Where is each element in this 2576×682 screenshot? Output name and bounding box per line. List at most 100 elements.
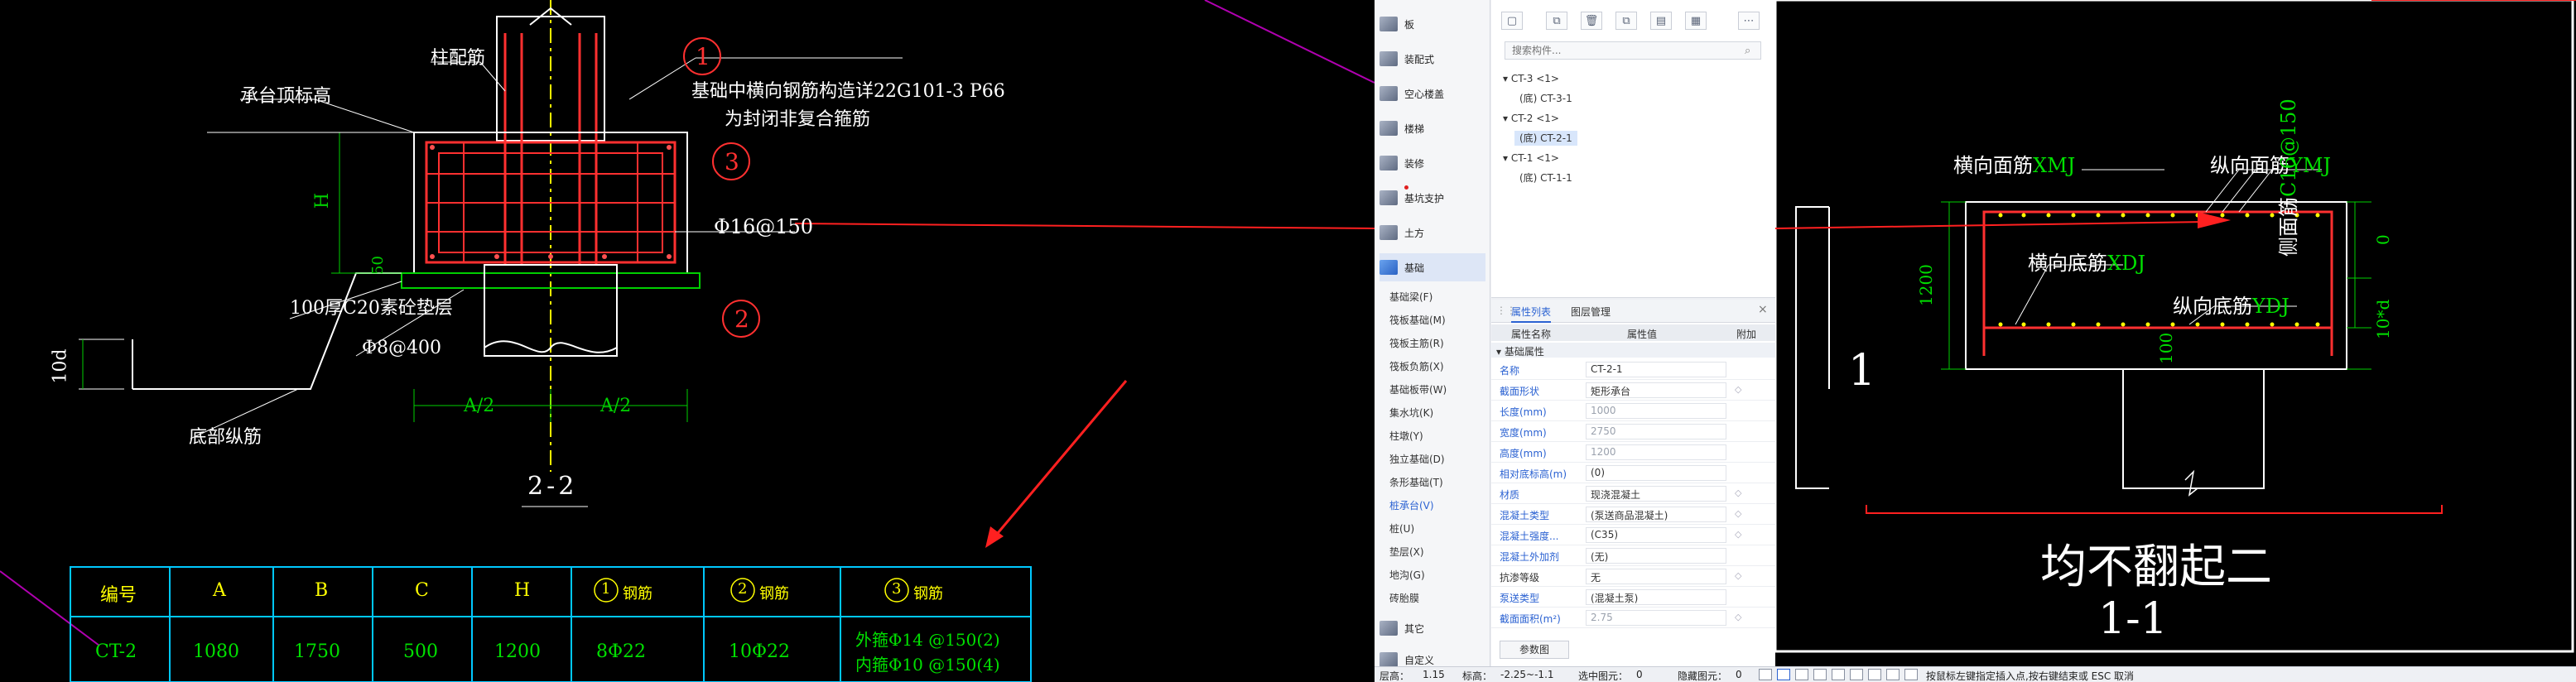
nav-sub-strip-footing[interactable]: 条形基础(T) xyxy=(1389,473,1443,492)
new-file-icon: ▢ xyxy=(1506,14,1518,27)
new-component-button[interactable]: ▢ xyxy=(1501,12,1523,30)
ortho-icon[interactable] xyxy=(1759,669,1772,680)
nav-sub-raft[interactable]: 筏板基础(M) xyxy=(1389,311,1446,329)
property-group-basic[interactable]: ▾ 基础属性 xyxy=(1491,343,1775,358)
status-hidden-value: 0 xyxy=(1736,669,1742,680)
dynamic-input-icon[interactable] xyxy=(1904,669,1918,680)
nav-sub-brick-form[interactable]: 砖胎膜 xyxy=(1389,589,1419,608)
cad-canvas-right[interactable]: 横向面筋XMJ 纵向面筋YMJ 横向底筋XDJ 纵向底筋YDJ 侧面筋C16@1… xyxy=(1775,0,2576,666)
tree-node-ct3[interactable]: ▾ CT-3 <1> xyxy=(1503,71,1559,86)
property-row-impermeability: 抗渗等级 无 ◇ xyxy=(1491,566,1775,587)
nav-item-earthwork[interactable]: 土方 xyxy=(1379,219,1485,247)
more-button[interactable]: ⋯ xyxy=(1738,12,1760,30)
td-c: 500 xyxy=(403,641,438,662)
section-title-2-2: 2-2 xyxy=(527,472,578,501)
other-icon xyxy=(1379,621,1398,636)
property-value[interactable]: 2750 xyxy=(1586,424,1726,439)
tree-node-ct1-1[interactable]: (底) CT-1-1 xyxy=(1519,170,1572,185)
property-value[interactable]: 1200 xyxy=(1586,444,1726,460)
nav-item-pit-support[interactable]: 基坑支护 xyxy=(1379,184,1485,212)
property-value[interactable]: (无) xyxy=(1586,548,1726,564)
track-icon[interactable] xyxy=(1868,669,1881,680)
label-xmj: 横向面筋XMJ xyxy=(1953,149,2075,178)
nav-sub-foundation-beam[interactable]: 基础梁(F) xyxy=(1389,288,1432,306)
nav-sub-column-pier[interactable]: 柱墩(Y) xyxy=(1389,427,1423,445)
custom-icon xyxy=(1379,652,1398,667)
nav-sub-slab-strip[interactable]: 基础板带(W) xyxy=(1389,381,1447,399)
sort-icon: ▦ xyxy=(1690,14,1702,27)
sort-button[interactable]: ▦ xyxy=(1685,12,1707,30)
grid-icon[interactable] xyxy=(1795,669,1808,680)
nav-item-slab[interactable]: 板 xyxy=(1379,10,1485,38)
tab-properties[interactable]: 属性列表 xyxy=(1511,305,1552,323)
filter-icon: ▤ xyxy=(1655,14,1667,27)
nav-item-prefab[interactable]: 装配式 xyxy=(1379,45,1485,73)
cad-canvas-left[interactable]: 柱配筋 承台顶标高 基础中横向钢筋构造详22G101-3 P66 为封闭非复合箍… xyxy=(0,0,1375,682)
nav-item-other[interactable]: 其它 xyxy=(1379,614,1485,642)
nav-sub-pile-cap[interactable]: 桩承台(V) xyxy=(1389,497,1434,515)
property-group-label: ▾ 基础属性 xyxy=(1496,346,1544,358)
property-value[interactable]: (混凝土泵) xyxy=(1586,589,1726,605)
component-search-input[interactable] xyxy=(1505,41,1761,60)
label-ydj-text: 纵向底筋 xyxy=(2173,295,2252,318)
property-value[interactable]: (0) xyxy=(1586,465,1726,481)
tree-node-ct2[interactable]: ▾ CT-2 <1> xyxy=(1503,111,1559,126)
nav-item-label: 装配式 xyxy=(1404,53,1435,65)
nav-item-hollow-floor[interactable]: 空心楼盖 xyxy=(1379,79,1485,108)
nav-item-label: 土方 xyxy=(1404,227,1425,239)
label-ymj: 纵向面筋YMJ xyxy=(2210,149,2331,178)
property-value[interactable]: (C35) xyxy=(1586,527,1726,543)
line-icon[interactable] xyxy=(1886,669,1899,680)
add-checkbox[interactable]: ◇ xyxy=(1735,612,1741,622)
snap-icon[interactable] xyxy=(1777,669,1790,680)
arrow-head xyxy=(2198,212,2231,228)
tree-node-ct1[interactable]: ▾ CT-1 <1> xyxy=(1503,151,1559,166)
angle-icon[interactable] xyxy=(1832,669,1845,680)
add-checkbox[interactable]: ◇ xyxy=(1735,487,1741,498)
property-value[interactable]: (泵送商品混凝土) xyxy=(1586,507,1726,522)
add-checkbox[interactable]: ◇ xyxy=(1735,529,1741,540)
layer-copy-icon: ⧉ xyxy=(1622,14,1630,27)
property-value[interactable]: CT-2-1 xyxy=(1586,362,1726,377)
property-value[interactable]: 2.75 xyxy=(1586,610,1726,626)
filter-button[interactable]: ▤ xyxy=(1650,12,1672,30)
nav-item-foundation[interactable]: 基础 xyxy=(1379,253,1485,281)
layer-copy-button[interactable]: ⧉ xyxy=(1615,12,1637,30)
close-icon[interactable]: × xyxy=(1758,303,1768,316)
property-name: 相对底标高(m) xyxy=(1500,468,1567,480)
property-row-section-area: 截面面积(m²) 2.75 ◇ xyxy=(1491,608,1775,628)
nav-sub-raft-neg-rebar[interactable]: 筏板负筋(X) xyxy=(1389,358,1444,376)
nav-sub-sump[interactable]: 集水坑(K) xyxy=(1389,404,1433,422)
nav-sub-isolated-footing[interactable]: 独立基础(D) xyxy=(1389,450,1445,468)
nav-sub-raft-main-rebar[interactable]: 筏板主筋(R) xyxy=(1389,334,1444,353)
col-add: 附加 xyxy=(1736,329,1757,340)
td-b: 1750 xyxy=(294,641,340,662)
tree-node-ct3-1[interactable]: (底) CT-3-1 xyxy=(1519,91,1572,106)
delete-icon: 🗑 xyxy=(1584,14,1599,27)
nav-sub-pile[interactable]: 桩(U) xyxy=(1389,520,1414,538)
copy-button[interactable]: ⧉ xyxy=(1546,12,1567,30)
tree-node-ct2-1[interactable]: (底) CT-2-1 xyxy=(1514,131,1577,146)
nav-sub-cushion[interactable]: 垫层(X) xyxy=(1389,543,1424,561)
nav-sub-trench[interactable]: 地沟(G) xyxy=(1389,566,1425,584)
property-row-admixture: 混凝土外加剂 (无) xyxy=(1491,545,1775,566)
delete-button[interactable]: 🗑 xyxy=(1581,12,1602,30)
nav-item-decoration[interactable]: 装修 xyxy=(1379,149,1485,177)
add-checkbox[interactable]: ◇ xyxy=(1735,508,1741,519)
property-value[interactable]: 矩形承台 xyxy=(1586,382,1726,398)
property-row-shape: 截面形状 矩形承台 ◇ xyxy=(1491,380,1775,401)
nav-item-stair[interactable]: 楼梯 xyxy=(1379,114,1485,142)
add-checkbox[interactable]: ◇ xyxy=(1735,384,1741,395)
parameter-diagram-button[interactable]: 参数图 xyxy=(1500,641,1569,659)
label-xmj-code: XMJ xyxy=(2033,154,2076,177)
property-value[interactable]: 现浇混凝土 xyxy=(1586,486,1726,502)
polar-icon[interactable] xyxy=(1850,669,1863,680)
table-header-row: 编号 A B C H 1 钢筋 2 钢筋 3 钢筋 xyxy=(70,567,1031,617)
property-value[interactable]: 无 xyxy=(1586,569,1726,584)
close-snap-icon[interactable] xyxy=(1813,669,1827,680)
property-value[interactable]: 1000 xyxy=(1586,403,1726,419)
add-checkbox[interactable]: ◇ xyxy=(1735,570,1741,581)
nav-item-label: 基础 xyxy=(1404,262,1425,274)
tab-layers[interactable]: 图层管理 xyxy=(1571,305,1611,319)
td-rebar-1: 8Φ22 xyxy=(596,641,647,662)
